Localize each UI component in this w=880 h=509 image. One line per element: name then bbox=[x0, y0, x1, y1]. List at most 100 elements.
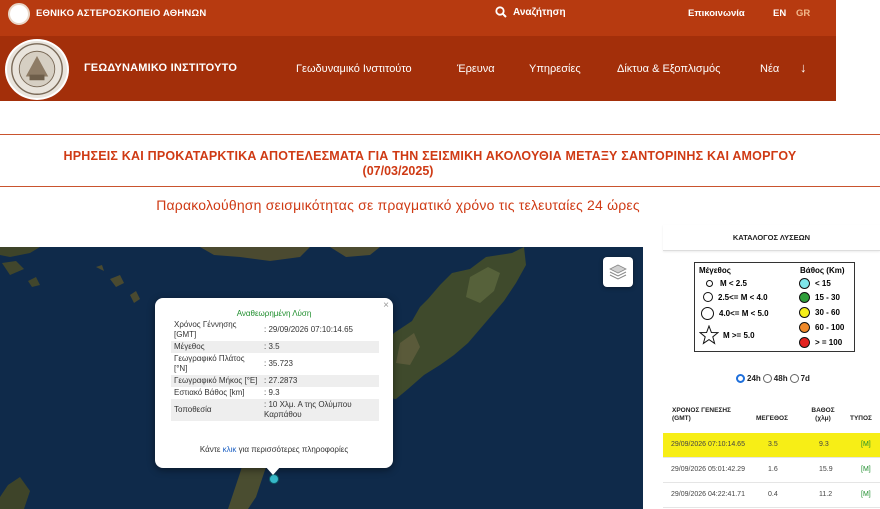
legend-depth-row: 15 - 30 bbox=[799, 292, 840, 303]
legend-mag-label: M >= 5.0 bbox=[723, 330, 755, 340]
popup-row: Γεωγραφικό Μήκος [°E]: 27.2873 bbox=[171, 375, 379, 387]
lang-gr-link[interactable]: GR bbox=[796, 8, 810, 19]
page-title-date: (07/03/2025) bbox=[362, 164, 434, 178]
legend-mag-label: 4.0<= M < 5.0 bbox=[719, 309, 769, 318]
nav-item-institute[interactable]: Γεωδυναμικό Ινστιτούτο bbox=[296, 63, 412, 75]
radio-7d[interactable]: 7d bbox=[789, 374, 810, 383]
main-nav: ΓΕΩΔΥΝΑΜΙΚΟ ΙΝΣΤΙΤΟΥΤΟ Γεωδυναμικό Ινστι… bbox=[0, 36, 836, 101]
legend-mag-row: 2.5<= M < 4.0 bbox=[702, 292, 768, 302]
popup-value: : 27.2873 bbox=[261, 375, 379, 387]
organization-name[interactable]: ΕΘΝΙΚΟ ΑΣΤΕΡΟΣΚΟΠΕΙΟ ΑΘΗΝΩΝ bbox=[36, 8, 206, 19]
radio-48h[interactable]: 48h bbox=[762, 374, 788, 383]
cell-time: 29/09/2026 05:01:42.29 bbox=[671, 466, 745, 473]
nav-item-research[interactable]: Έρευνα bbox=[457, 63, 495, 75]
popup-row: Μέγεθος: 3.5 bbox=[171, 341, 379, 353]
cell-magnitude: 3.5 bbox=[768, 441, 778, 448]
circle-small-icon bbox=[706, 280, 713, 287]
popup-key: Χρόνος Γέννησης [GMT] bbox=[174, 320, 237, 339]
institute-seal[interactable] bbox=[5, 39, 69, 100]
earthquake-marker[interactable] bbox=[269, 474, 279, 484]
legend-depth-label: < 15 bbox=[815, 279, 831, 288]
table-row[interactable]: 29/09/2026 07:10:14.65 3.5 9.3 [M] bbox=[663, 433, 880, 458]
solutions-catalog: ΚΑΤΑΛΟΓΟΣ ΛΥΣΕΩΝ Μέγεθος Βάθος (Km) M < … bbox=[663, 225, 880, 509]
legend-depth-row: > = 100 bbox=[799, 337, 842, 348]
legend-depth-label: 15 - 30 bbox=[815, 293, 840, 302]
radio-label: 7d bbox=[800, 374, 810, 383]
legend-depth-header: Βάθος (Km) bbox=[800, 266, 845, 275]
column-header-magnitude[interactable]: ΜΕΓΕΘΟΣ bbox=[756, 415, 788, 423]
observatory-logo[interactable] bbox=[8, 3, 30, 25]
column-header-depth[interactable]: ΒΑΘΟΣ (χλμ) bbox=[808, 407, 838, 423]
popup-key: Γεωγραφικό Πλάτος [°N] bbox=[174, 354, 245, 373]
popup-row: Εστιακό Βάθος [km]: 9.3 bbox=[171, 387, 379, 399]
more-info-prefix: Κάντε bbox=[199, 445, 223, 454]
catalog-title: ΚΑΤΑΛΟΓΟΣ ΛΥΣΕΩΝ bbox=[663, 225, 880, 251]
star-icon bbox=[699, 325, 719, 345]
cell-time: 29/09/2026 04:22:41.71 bbox=[671, 491, 745, 498]
circle-large-icon bbox=[701, 307, 714, 320]
popup-details: Χρόνος Γέννησης [GMT] : 29/09/2026 07:10:… bbox=[171, 319, 379, 421]
institute-name[interactable]: ΓΕΩΔΥΝΑΜΙΚΟ ΙΝΣΤΙΤΟΥΤΟ bbox=[84, 62, 237, 74]
layers-icon bbox=[609, 264, 627, 280]
cell-depth: 15.9 bbox=[819, 466, 833, 473]
lang-en-link[interactable]: EN bbox=[773, 8, 786, 19]
depth-color-swatch bbox=[799, 307, 810, 318]
table-row[interactable]: 29/09/2026 05:01:42.29 1.6 15.9 [M] bbox=[663, 458, 880, 483]
cell-type: [M] bbox=[861, 491, 871, 498]
radio-24h[interactable]: 24h bbox=[736, 374, 761, 383]
popup-key: Γεωγραφικό Μήκος [°E] bbox=[171, 375, 261, 387]
page-title: ΗΡΗΣΕΙΣ ΚΑΙ ΠΡΟΚΑΤΑΡΚΤΙΚΑ ΑΠΟΤΕΛΕΣΜΑΤΑ Γ… bbox=[63, 149, 797, 163]
popup-value: : 10 Χλμ. Α της Ολύμπου Καρπάθου bbox=[261, 399, 379, 421]
cell-time: 29/09/2026 07:10:14.65 bbox=[671, 441, 745, 448]
popup-value: : 29/09/2026 07:10:14.65 bbox=[264, 325, 353, 334]
contact-link[interactable]: Επικοινωνία bbox=[688, 8, 745, 19]
cell-type: [M] bbox=[861, 466, 871, 473]
event-popup: × Αναθεωρημένη Λύση Χρόνος Γέννησης [GMT… bbox=[155, 298, 393, 475]
legend-depth-row: < 15 bbox=[799, 278, 831, 289]
popup-row: Τοποθεσία: 10 Χλμ. Α της Ολύμπου Καρπάθο… bbox=[171, 399, 379, 421]
cell-depth: 11.2 bbox=[819, 491, 833, 498]
page-subtitle: Παρακολούθηση σεισμικότητας σε πραγματικ… bbox=[156, 197, 640, 213]
legend-depth-label: 30 - 60 bbox=[815, 308, 840, 317]
depth-color-swatch bbox=[799, 322, 810, 333]
popup-key: Τοποθεσία bbox=[171, 399, 261, 421]
top-bar: ΕΘΝΙΚΟ ΑΣΤΕΡΟΣΚΟΠΕΙΟ ΑΘΗΝΩΝ Αναζήτηση Επ… bbox=[0, 0, 836, 36]
layers-button[interactable] bbox=[603, 257, 633, 287]
popup-row: Γεωγραφικό Πλάτος [°N] : 35.723 bbox=[171, 353, 379, 375]
popup-value: : 3.5 bbox=[261, 341, 379, 353]
nav-item-services[interactable]: Υπηρεσίες bbox=[529, 63, 581, 75]
column-header-type[interactable]: ΤΥΠΟΣ bbox=[850, 415, 872, 423]
popup-value: : 35.723 bbox=[264, 359, 293, 368]
arrow-down-icon[interactable]: ↓ bbox=[800, 60, 807, 75]
seismicity-map[interactable]: × Αναθεωρημένη Λύση Χρόνος Γέννησης [GMT… bbox=[0, 247, 643, 509]
depth-color-swatch bbox=[799, 337, 810, 348]
cell-depth: 9.3 bbox=[819, 441, 829, 448]
column-header-time[interactable]: ΧΡΟΝΟΣ ΓΕΝΕΣΗΣ (GMT) bbox=[672, 407, 742, 423]
search-link[interactable]: Αναζήτηση bbox=[495, 6, 566, 18]
depth-color-swatch bbox=[799, 292, 810, 303]
cell-type: [M] bbox=[861, 441, 871, 448]
time-range-selector: 24h 48h 7d bbox=[736, 374, 812, 383]
circle-medium-icon bbox=[703, 292, 713, 302]
radio-label: 48h bbox=[773, 374, 788, 383]
cell-magnitude: 1.6 bbox=[768, 466, 778, 473]
radio-unselected-icon bbox=[762, 374, 772, 383]
popup-key: Μέγεθος bbox=[171, 341, 261, 353]
radio-label: 24h bbox=[747, 374, 761, 383]
nav-item-networks[interactable]: Δίκτυα & Εξοπλισμός bbox=[617, 63, 720, 75]
legend-mag-label: 2.5<= M < 4.0 bbox=[718, 292, 768, 302]
legend-mag-row: 4.0<= M < 5.0 bbox=[701, 307, 769, 320]
page: ΕΘΝΙΚΟ ΑΣΤΕΡΟΣΚΟΠΕΙΟ ΑΘΗΝΩΝ Αναζήτηση Επ… bbox=[0, 0, 880, 509]
legend-depth-label: 60 - 100 bbox=[815, 323, 845, 332]
depth-color-swatch bbox=[799, 278, 810, 289]
popup-row: Χρόνος Γέννησης [GMT] : 29/09/2026 07:10:… bbox=[171, 319, 379, 341]
radio-unselected-icon bbox=[789, 374, 799, 383]
more-info-suffix: για περισσότερες πληροφορίες bbox=[236, 445, 349, 454]
more-info-link[interactable]: κλικ bbox=[223, 445, 237, 454]
divider-top bbox=[0, 134, 880, 135]
nav-item-news[interactable]: Νέα bbox=[760, 63, 779, 75]
popup-title: Αναθεωρημένη Λύση bbox=[236, 309, 312, 318]
table-row[interactable]: 29/09/2026 04:22:41.71 0.4 11.2 [M] bbox=[663, 483, 880, 508]
radio-selected-icon bbox=[736, 374, 745, 383]
legend-mag-row: M >= 5.0 bbox=[699, 325, 755, 345]
